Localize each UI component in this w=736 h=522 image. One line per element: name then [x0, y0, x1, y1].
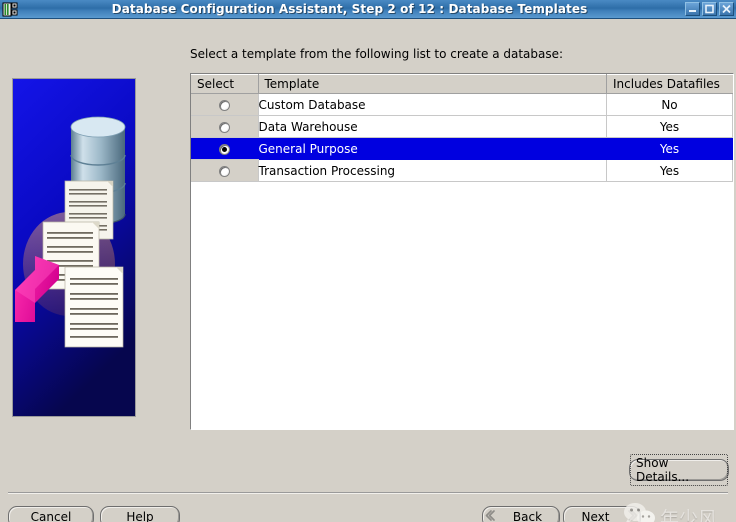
help-button-label: Help: [126, 510, 154, 522]
cell-template-name: Custom Database: [258, 93, 607, 116]
table-row[interactable]: Transaction Processing Yes: [191, 159, 733, 182]
chevron-right-icon: [627, 509, 640, 522]
app-icon: [2, 2, 18, 17]
column-header-template[interactable]: Template: [258, 74, 607, 94]
table-row-selected[interactable]: General Purpose Yes: [191, 137, 733, 160]
page-title: Select a template from the following lis…: [190, 47, 564, 61]
help-button[interactable]: Help: [100, 506, 180, 522]
cell-includes-datafiles: No: [606, 93, 733, 116]
radio-button-general-purpose[interactable]: [218, 143, 230, 155]
maximize-icon[interactable]: [702, 2, 717, 16]
table-row[interactable]: Data Warehouse Yes: [191, 115, 733, 138]
cell-includes-datafiles: Yes: [606, 137, 733, 160]
radio-button-custom-database[interactable]: [218, 99, 230, 111]
cell-template-name: Data Warehouse: [258, 115, 607, 138]
document-page-front: [64, 266, 124, 348]
show-details-button[interactable]: Show Details...: [629, 454, 729, 486]
illustration-panel: [12, 78, 136, 417]
database-templates-illustration: [13, 79, 135, 416]
window-title: Database Configuration Assistant, Step 2…: [111, 2, 588, 16]
table-row[interactable]: Custom Database No: [191, 93, 733, 116]
cell-includes-datafiles: Yes: [606, 159, 733, 182]
cancel-button-label: Cancel: [30, 510, 72, 522]
minimize-icon[interactable]: [685, 2, 700, 16]
chevron-left-icon: [483, 509, 496, 522]
cell-template-name: General Purpose: [258, 137, 607, 160]
row-radio-cell[interactable]: [191, 159, 259, 182]
column-header-select[interactable]: Select: [191, 74, 259, 94]
table-body: Custom Database No Data Warehouse Yes Ge…: [191, 93, 733, 182]
close-icon[interactable]: [719, 2, 734, 16]
application-window: Database Configuration Assistant, Step 2…: [0, 0, 736, 522]
table-header-row: Select Template Includes Datafiles: [191, 74, 733, 94]
back-button-label: Back: [512, 510, 543, 522]
window-controls: [685, 2, 734, 16]
title-bar[interactable]: Database Configuration Assistant, Step 2…: [0, 0, 736, 19]
cancel-button[interactable]: Cancel: [8, 506, 94, 522]
back-button[interactable]: Back: [482, 506, 560, 522]
watermark-text: 年少风: [660, 507, 718, 522]
row-radio-cell[interactable]: [191, 137, 259, 160]
cell-template-name: Transaction Processing: [258, 159, 607, 182]
row-radio-cell[interactable]: [191, 93, 259, 116]
row-radio-cell[interactable]: [191, 115, 259, 138]
show-details-label: Show Details...: [630, 454, 728, 486]
radio-button-transaction-processing[interactable]: [218, 165, 230, 177]
dialog-body: Select a template from the following lis…: [0, 19, 736, 522]
cell-includes-datafiles: Yes: [606, 115, 733, 138]
footer-divider: [8, 492, 728, 494]
next-button-label: Next: [581, 510, 610, 522]
templates-table: Select Template Includes Datafiles Custo…: [190, 73, 734, 430]
radio-button-data-warehouse[interactable]: [218, 121, 230, 133]
column-header-includes-datafiles[interactable]: Includes Datafiles: [606, 74, 733, 94]
next-button[interactable]: Next: [563, 506, 641, 522]
